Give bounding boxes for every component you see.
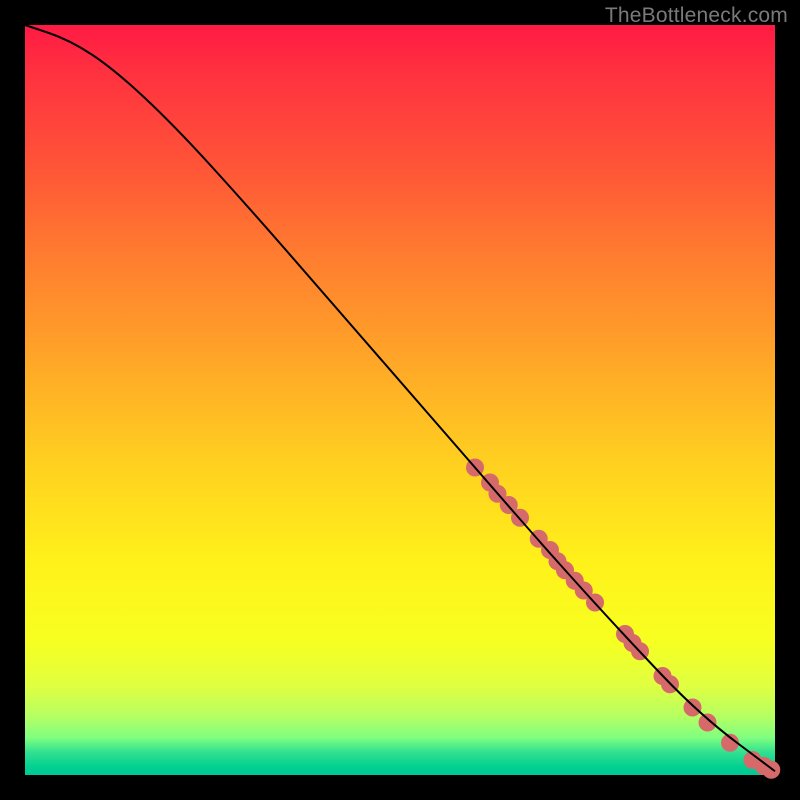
gradient-plot-area <box>25 25 775 775</box>
chart-svg <box>25 25 775 775</box>
data-marker <box>699 714 717 732</box>
watermark-text: TheBottleneck.com <box>605 4 788 28</box>
markers-layer <box>466 459 780 779</box>
data-marker <box>684 699 702 717</box>
curve-line <box>25 25 775 771</box>
